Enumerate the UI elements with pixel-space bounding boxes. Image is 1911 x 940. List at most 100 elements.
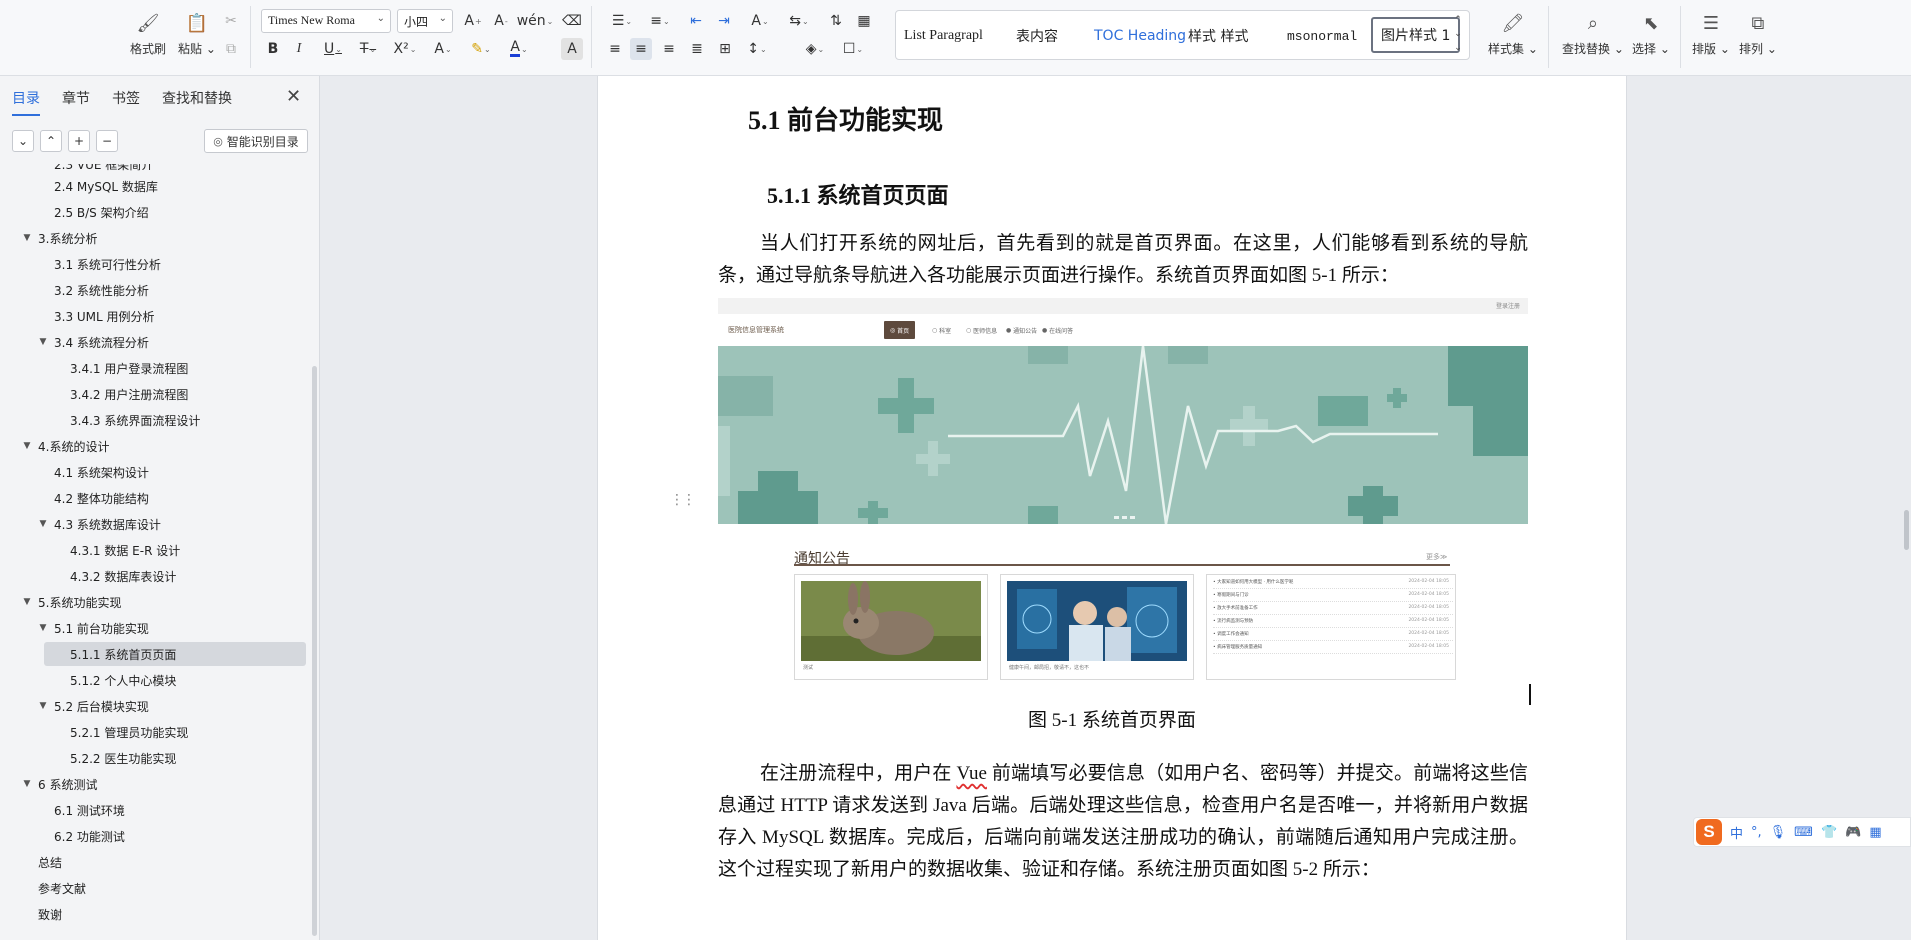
font-color-icon[interactable]: A ⌄ <box>504 38 534 60</box>
toc-item[interactable]: ▼ 4.3 系统数据库设计 <box>38 512 161 536</box>
font-size-select[interactable]: 小四 ⌄ <box>397 9 453 33</box>
microphone-icon[interactable]: 🎙 <box>1770 825 1787 840</box>
line-spacing-icon[interactable]: ↕ ⌄ <box>742 38 772 60</box>
toc-item[interactable]: 3.2 系统性能分析 <box>54 278 149 302</box>
toc-item[interactable]: 6.2 功能测试 <box>54 824 125 848</box>
toc-item[interactable]: 4.3.1 数据 E-R 设计 <box>70 538 180 562</box>
sort-options-icon[interactable]: ⇆ ⌄ <box>784 10 814 32</box>
ime-mode[interactable]: 中 <box>1730 823 1743 842</box>
close-icon[interactable]: ✕ <box>286 86 301 107</box>
strikethrough-icon[interactable]: T ⌄ <box>353 38 383 60</box>
toc-item[interactable]: ▼ 5.2 后台模块实现 <box>38 694 149 718</box>
drag-handle-icon[interactable]: ⋮⋮ <box>670 492 696 508</box>
decrease-indent-icon[interactable]: ⇤ <box>685 10 707 32</box>
border-icon[interactable]: ☐ ⌄ <box>838 38 868 60</box>
justify-icon[interactable]: ≣ <box>686 38 708 60</box>
toc-item[interactable]: 致谢 <box>38 902 62 926</box>
bullet-list-icon[interactable]: ☰ ⌄ <box>607 10 637 32</box>
cut-icon[interactable]: ✂ <box>220 10 242 32</box>
layout-button[interactable]: ☰ 排版 ⌄ <box>1692 10 1730 57</box>
toc-item[interactable]: 3.1 系统可行性分析 <box>54 252 161 276</box>
toc-item[interactable]: 5.2.2 医生功能实现 <box>70 746 176 770</box>
sogou-logo-icon[interactable]: S <box>1696 819 1722 845</box>
toc-item[interactable]: ▼ 5.1 前台功能实现 <box>38 616 149 640</box>
tab-chapters[interactable]: 章节 <box>62 88 90 116</box>
style-image-1[interactable]: 图片样式 1 <box>1371 17 1461 53</box>
toc-item[interactable]: 5.1.2 个人中心模块 <box>70 668 176 692</box>
superscript-icon[interactable]: X² ⌄ <box>390 38 420 60</box>
tab-bookmarks[interactable]: 书签 <box>112 88 140 116</box>
toc-item[interactable]: 4.1 系统架构设计 <box>54 460 149 484</box>
toc-item[interactable]: 4.2 整体功能结构 <box>54 486 149 510</box>
shading-icon[interactable]: ◈ ⌄ <box>800 38 830 60</box>
game-icon[interactable]: 🎮 <box>1845 825 1861 840</box>
sort-icon[interactable]: ⇅ <box>825 10 847 32</box>
clear-format-icon[interactable]: ⌫ <box>561 10 583 32</box>
distribute-icon[interactable]: ⊞ <box>714 38 736 60</box>
phonetic-icon[interactable]: wén ⌄ <box>517 10 554 32</box>
toc-item[interactable]: ▼ 3.系统分析 <box>22 226 98 250</box>
text-direction-icon[interactable]: A ⌄ <box>745 10 775 32</box>
fig-banner <box>718 346 1528 524</box>
highlight-icon[interactable]: ✎ ⌄ <box>466 38 496 60</box>
nav-scrollbar[interactable] <box>312 366 317 936</box>
toc-item[interactable]: ▼ 6 系统测试 <box>22 772 98 796</box>
select-button[interactable]: ⬉ 选择 ⌄ <box>1632 10 1670 57</box>
document-scrollbar[interactable] <box>1904 510 1909 550</box>
punctuation-icon[interactable]: °, <box>1751 825 1762 840</box>
toc-item[interactable]: 3.4.3 系统界面流程设计 <box>70 408 200 432</box>
toc-item[interactable]: 参考文献 <box>38 876 86 900</box>
grid-icon[interactable]: ▦ <box>1869 825 1881 840</box>
toc-item[interactable]: 6.1 测试环境 <box>54 798 125 822</box>
italic-icon[interactable]: I <box>288 38 310 60</box>
shrink-font-icon[interactable]: A- <box>490 10 512 32</box>
style-custom[interactable]: 样式 样式 <box>1188 21 1248 51</box>
remove-heading-icon[interactable]: − <box>96 130 118 152</box>
toc-item[interactable]: 2.4 MySQL 数据库 <box>54 174 158 198</box>
toc-item[interactable]: ▼ 5.系统功能实现 <box>22 590 122 614</box>
underline-icon[interactable]: U ⌄ <box>318 38 348 60</box>
align-left-icon[interactable]: ≡ <box>604 38 626 60</box>
align-center-icon[interactable]: ≡ <box>630 38 652 60</box>
toc-item[interactable]: ▼ 3.4 系统流程分析 <box>38 330 149 354</box>
toc-item[interactable]: ▼ 4.系统的设计 <box>22 434 110 458</box>
arrange-button[interactable]: ⧉ 排列 ⌄ <box>1739 10 1777 57</box>
toc-item[interactable]: 3.3 UML 用例分析 <box>54 304 155 328</box>
style-set-button[interactable]: 🖍 样式集 ⌄ <box>1488 10 1538 57</box>
figure-image[interactable]: 登录注册 医院信息管理系统 ◎ 首页 ○ 科室 ○ 医师信息 ● 通知公告 ● … <box>718 298 1528 682</box>
paste-button[interactable]: 📋 粘贴 ⌄ <box>178 10 216 57</box>
font-name-select[interactable]: Times New Roma ⌄ <box>261 9 391 33</box>
text-effect-icon[interactable]: A ⌄ <box>428 38 458 60</box>
increase-indent-icon[interactable]: ⇥ <box>713 10 735 32</box>
format-painter-button[interactable]: 🖌 格式刷 <box>130 10 166 57</box>
toc-item[interactable]: 2.5 B/S 架构介绍 <box>54 200 149 224</box>
table-grid-icon[interactable]: ▦ <box>853 10 875 32</box>
toc-item-selected[interactable]: 5.1.1 系统首页页面 <box>44 642 306 666</box>
style-list-paragraph[interactable]: List Paragrapl <box>904 21 983 51</box>
align-right-icon[interactable]: ≡ <box>658 38 680 60</box>
collapse-icon[interactable]: ⌃ <box>40 130 62 152</box>
style-msonormal[interactable]: msonormal <box>1287 21 1357 51</box>
find-replace-button[interactable]: ⌕ 查找替换 ⌄ <box>1562 10 1624 57</box>
grow-font-icon[interactable]: A + <box>462 10 484 32</box>
tab-toc[interactable]: 目录 <box>12 88 40 116</box>
ime-toolbar[interactable]: S 中 °, 🎙 ⌨ 👕 🎮 ▦ <box>1693 817 1911 847</box>
skin-icon[interactable]: 👕 <box>1821 825 1837 840</box>
toc-item[interactable]: 4.3.2 数据库表设计 <box>70 564 176 588</box>
char-shading-icon[interactable]: A <box>561 38 583 60</box>
tab-find-replace[interactable]: 查找和替换 <box>162 88 232 116</box>
numbered-list-icon[interactable]: ≡ ⌄ <box>645 10 675 32</box>
style-table-content[interactable]: 表内容 <box>1016 21 1058 51</box>
toc-item[interactable]: 3.4.2 用户注册流程图 <box>70 382 188 406</box>
gallery-scroll[interactable]: ⌃ ⌄ ⌄ <box>1451 13 1465 55</box>
toc-item[interactable]: 3.4.1 用户登录流程图 <box>70 356 188 380</box>
copy-icon[interactable]: ⧉ <box>220 38 242 60</box>
toc-item[interactable]: 总结 <box>38 850 62 874</box>
toc-item[interactable]: 5.2.1 管理员功能实现 <box>70 720 188 744</box>
style-toc-heading[interactable]: TOC Heading <box>1094 21 1186 51</box>
bold-icon[interactable]: B <box>262 38 284 60</box>
keyboard-icon[interactable]: ⌨ <box>1794 825 1813 840</box>
smart-toc-button[interactable]: ◎ 智能识别目录 <box>204 129 308 153</box>
expand-all-icon[interactable]: ⌄ <box>12 130 34 152</box>
add-heading-icon[interactable]: + <box>68 130 90 152</box>
